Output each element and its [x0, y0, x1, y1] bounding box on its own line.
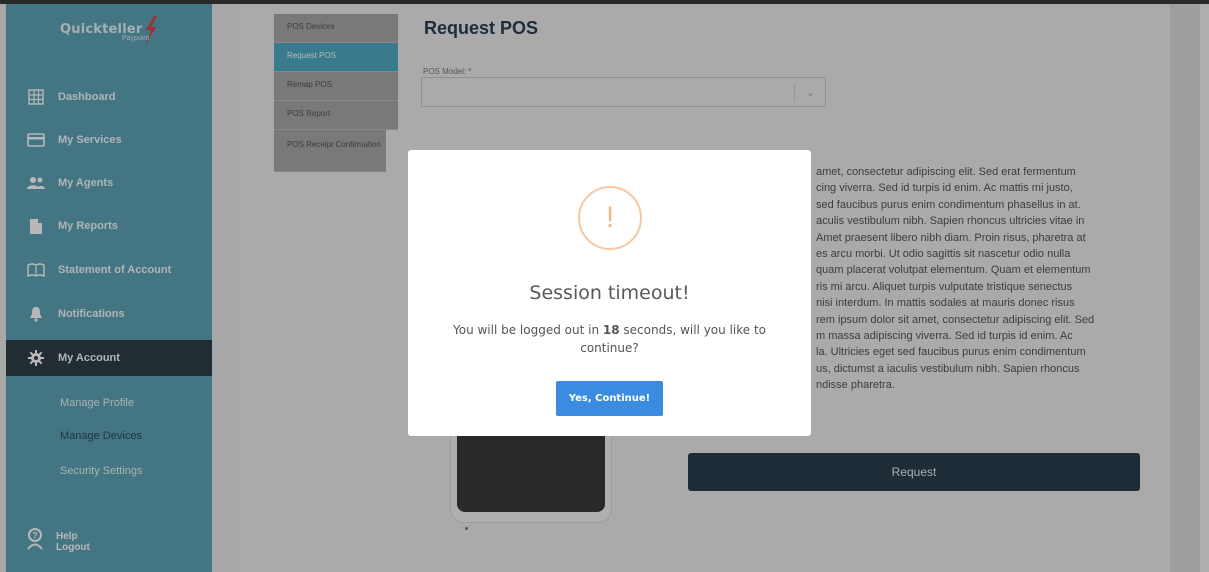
modal-message-before: You will be logged out in — [452, 323, 603, 337]
countdown-seconds: 18 — [602, 323, 620, 337]
modal-message: You will be logged out in 18 seconds, wi… — [438, 321, 781, 357]
session-timeout-modal: ! Session timeout! You will be logged ou… — [408, 150, 811, 436]
continue-button[interactable]: Yes, Continue! — [556, 381, 663, 416]
warning-icon: ! — [578, 186, 642, 250]
modal-title: Session timeout! — [529, 282, 690, 304]
app-root: Quickteller Paypoint Dashboard My Servic… — [0, 0, 1209, 572]
